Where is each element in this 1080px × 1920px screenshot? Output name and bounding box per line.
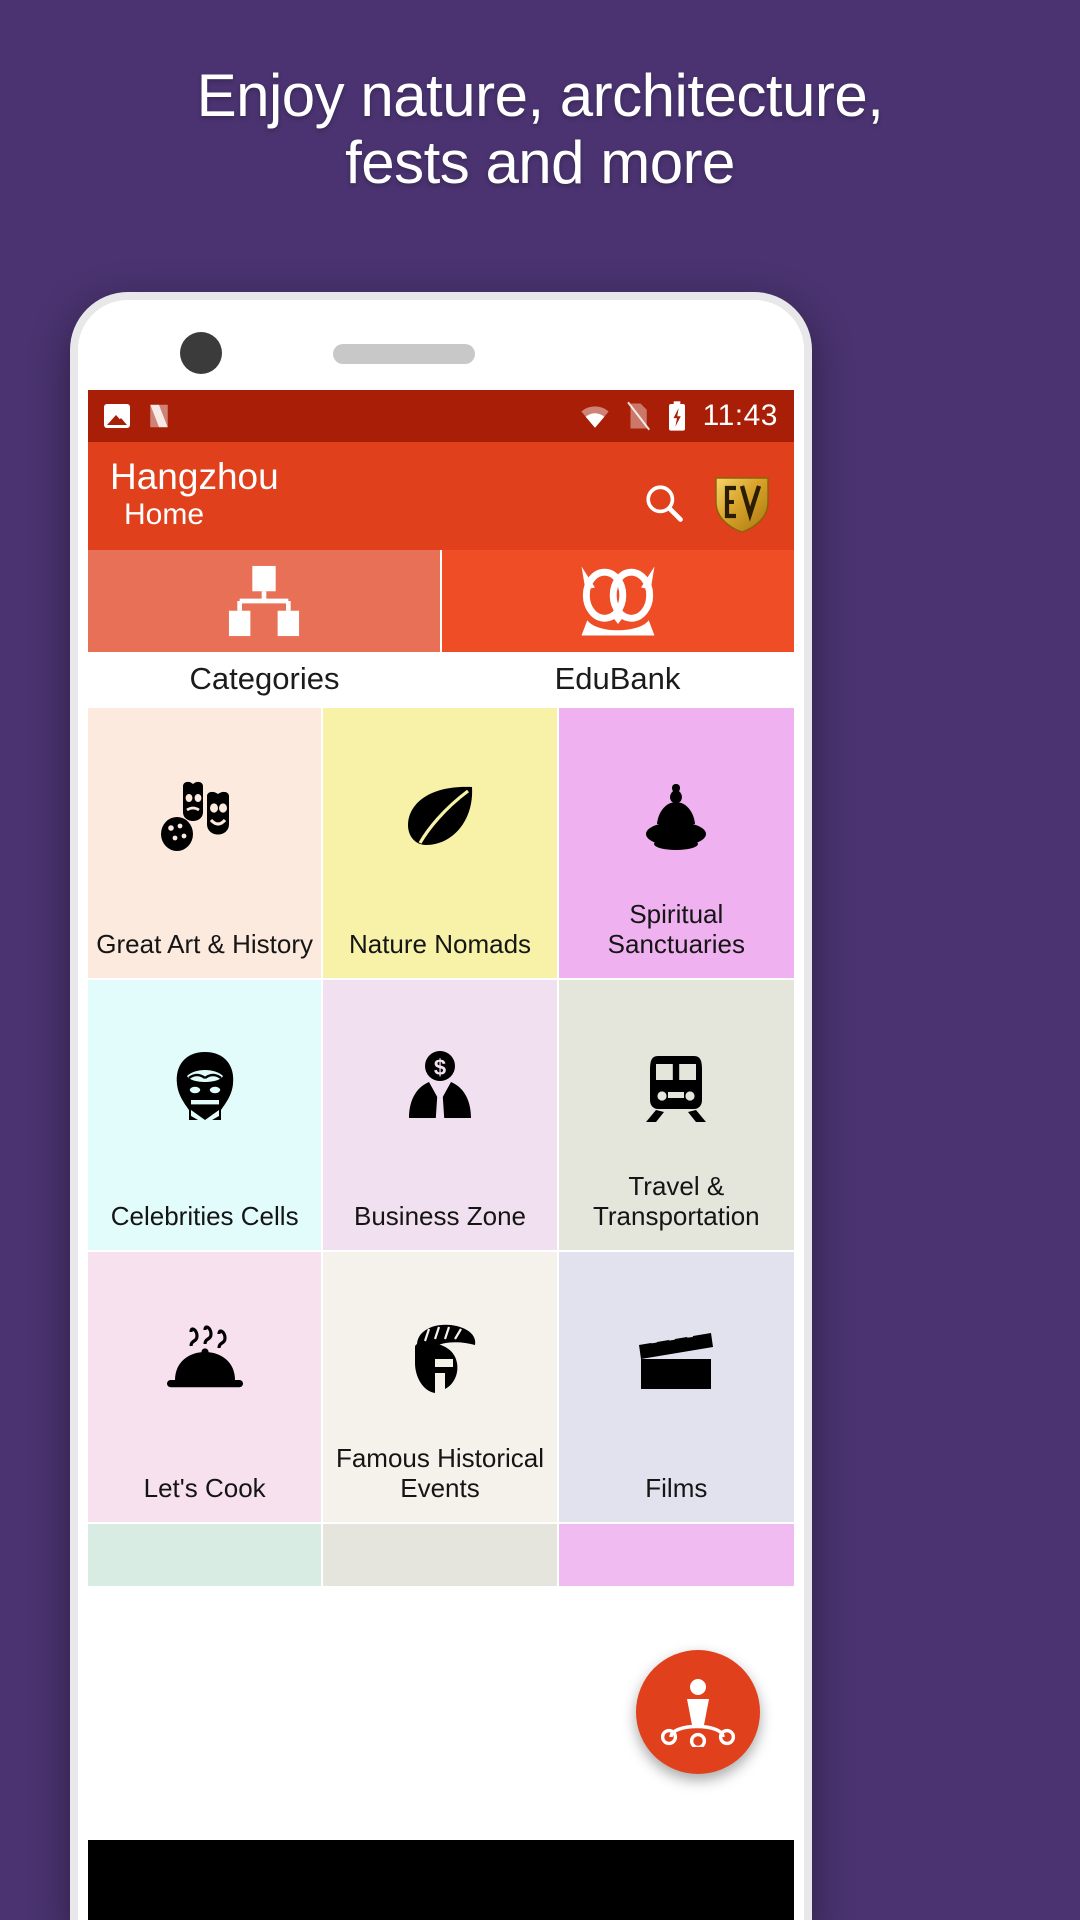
wifi-icon (580, 406, 609, 428)
tile-icon-wrap (400, 770, 480, 862)
food-cloche-icon (166, 1325, 243, 1388)
page-title: Hangzhou (110, 456, 279, 497)
category-label: Business Zone (354, 1201, 526, 1232)
category-tile-business-zone[interactable]: $ Business Zone (323, 980, 559, 1252)
category-tile-partial-1[interactable] (88, 1524, 324, 1588)
svg-text:$: $ (434, 1055, 446, 1080)
category-label: Let's Cook (143, 1473, 266, 1504)
nova-launcher-icon (150, 404, 168, 428)
promo-headline: Enjoy nature, architecture, fests and mo… (0, 62, 1080, 196)
app-screen: 11:43 Hangzhou Home Categories EduBank G… (88, 390, 794, 1840)
theater-masks-icon (160, 781, 229, 851)
owl-icon (581, 566, 655, 636)
tile-icon-wrap (640, 1042, 712, 1134)
earpiece-speaker (333, 344, 475, 364)
train-icon (646, 1056, 707, 1122)
status-bar-right-icons: 11:43 (579, 399, 778, 433)
tab-edubank[interactable] (440, 550, 794, 652)
promo-headline-line-2: fests and more (345, 129, 735, 197)
person-network-icon (661, 1679, 735, 1747)
ev-shield-logo[interactable] (712, 472, 772, 534)
category-label: Films (645, 1473, 708, 1504)
tab-bar (88, 550, 794, 652)
phone-top-bezel (78, 300, 804, 390)
hierarchy-icon (228, 565, 300, 637)
leaf-icon (407, 786, 473, 845)
phone-screen-bezel: 11:43 Hangzhou Home Categories EduBank G… (78, 300, 804, 1920)
category-tile-travel-transportation[interactable]: Travel & Transportation (558, 980, 794, 1252)
category-tile-lets-cook[interactable]: Let's Cook (88, 1252, 324, 1524)
tile-icon-wrap: $ (405, 1042, 475, 1134)
tile-icon-wrap (169, 1042, 241, 1134)
category-tile-famous-historical-events[interactable]: Famous Historical Events (323, 1252, 559, 1524)
category-label: Famous Historical Events (335, 1442, 545, 1504)
category-tile-films[interactable]: Films (558, 1252, 794, 1524)
status-bar-clock: 11:43 (702, 399, 778, 432)
no-sim-icon (626, 401, 650, 431)
celebrity-face-icon (176, 1052, 233, 1124)
tile-icon-wrap (635, 1314, 717, 1406)
businessman-dollar-icon: $ (408, 1051, 471, 1118)
app-bar-actions (642, 456, 772, 534)
front-camera-icon (180, 332, 222, 374)
category-tile-celebrities-cells[interactable]: Celebrities Cells (88, 980, 324, 1252)
battery-charging-icon (668, 401, 685, 431)
tab-labels: Categories EduBank (88, 652, 794, 708)
tab-label-edubank[interactable]: EduBank (441, 652, 794, 708)
tile-icon-wrap (641, 770, 711, 862)
floating-action-button[interactable] (636, 1650, 760, 1774)
category-label: Great Art & History (96, 929, 314, 960)
page-subtitle: Home (124, 498, 205, 532)
phone-bottom-nav-strip (88, 1840, 794, 1920)
tab-categories[interactable] (88, 550, 440, 652)
category-tile-partial-2[interactable] (323, 1524, 559, 1588)
search-icon[interactable] (642, 481, 686, 525)
promo-headline-line-1: Enjoy nature, architecture, (196, 62, 884, 129)
phone-mockup: 11:43 Hangzhou Home Categories EduBank G… (70, 292, 812, 1920)
tab-label-categories[interactable]: Categories (88, 652, 441, 708)
category-tile-nature-nomads[interactable]: Nature Nomads (323, 708, 559, 980)
status-bar-left-icons (104, 401, 174, 431)
spartan-helmet-icon (414, 1324, 476, 1393)
status-bar: 11:43 (88, 390, 794, 442)
app-bar-titles: Hangzhou Home (110, 456, 279, 533)
category-grid: Great Art & History Nature Nomads Spirit… (88, 708, 794, 1588)
buddha-icon (646, 784, 707, 850)
category-tile-partial-3[interactable] (558, 1524, 794, 1588)
tile-icon-wrap (159, 770, 251, 862)
tile-icon-wrap (401, 1314, 479, 1406)
category-label: Celebrities Cells (110, 1201, 299, 1232)
clapperboard-icon (639, 1327, 714, 1389)
tile-icon-wrap (163, 1314, 247, 1406)
category-tile-great-art-history[interactable]: Great Art & History (88, 708, 324, 980)
photo-icon (104, 404, 130, 428)
category-label: Spiritual Sanctuaries (607, 898, 745, 960)
category-label: Nature Nomads (348, 929, 532, 960)
category-tile-spiritual-sanctuaries[interactable]: Spiritual Sanctuaries (558, 708, 794, 980)
app-bar: Hangzhou Home (88, 442, 794, 550)
category-label: Travel & Transportation (592, 1170, 760, 1232)
